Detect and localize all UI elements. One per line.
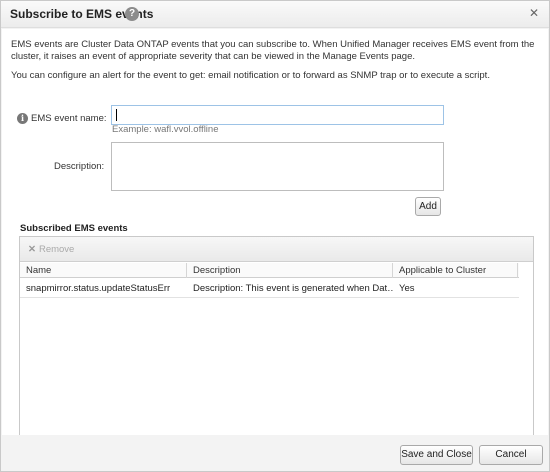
row-applicable-cell: Yes <box>399 283 415 294</box>
cancel-button[interactable]: Cancel <box>479 445 543 465</box>
column-header-description[interactable]: Description <box>187 263 393 278</box>
intro-paragraph-1: EMS events are Cluster Data ONTAP events… <box>11 39 535 62</box>
remove-icon: ✕ <box>28 244 36 255</box>
description-label: Description: <box>54 161 105 172</box>
add-button[interactable]: Add <box>415 197 441 216</box>
subscribed-events-title: Subscribed EMS events <box>20 223 128 234</box>
intro-paragraph-2: You can configure an alert for the event… <box>11 70 490 81</box>
remove-label: Remove <box>38 244 75 255</box>
ems-event-name-label: EMS event name: <box>31 113 107 124</box>
grid-toolbar: ✕ Remove <box>20 237 533 262</box>
column-header-applicable[interactable]: Applicable to Cluster <box>393 263 518 278</box>
column-header-name[interactable]: Name <box>20 263 187 278</box>
ems-event-name-input[interactable] <box>111 105 444 125</box>
description-textarea[interactable] <box>111 142 444 191</box>
row-name-cell: snapmirror.status.updateStatusErr <box>26 283 171 294</box>
subscribe-ems-dialog: Subscribe to EMS events ? ✕ EMS events a… <box>0 0 550 472</box>
grid-header: Name Description Applicable to Cluster <box>20 263 519 278</box>
text-caret <box>116 109 117 121</box>
remove-button[interactable]: ✕ Remove <box>28 244 74 255</box>
help-icon[interactable]: ? <box>125 7 139 21</box>
dialog-body: EMS events are Cluster Data ONTAP events… <box>2 29 548 439</box>
table-row[interactable]: snapmirror.status.updateStatusErr Descri… <box>20 280 519 298</box>
subscribed-events-grid: ✕ Remove Name Description Applicable to C… <box>19 236 534 439</box>
dialog-titlebar: Subscribe to EMS events ? ✕ <box>1 1 549 28</box>
close-icon[interactable]: ✕ <box>529 6 539 20</box>
row-description-cell: Description: This event is generated whe… <box>193 283 393 294</box>
ems-event-name-example: Example: wafl.vvol.offline <box>112 124 219 135</box>
save-and-close-button[interactable]: Save and Close <box>400 445 473 465</box>
info-icon: i <box>17 113 28 124</box>
dialog-footer: Save and Close Cancel <box>1 435 549 471</box>
